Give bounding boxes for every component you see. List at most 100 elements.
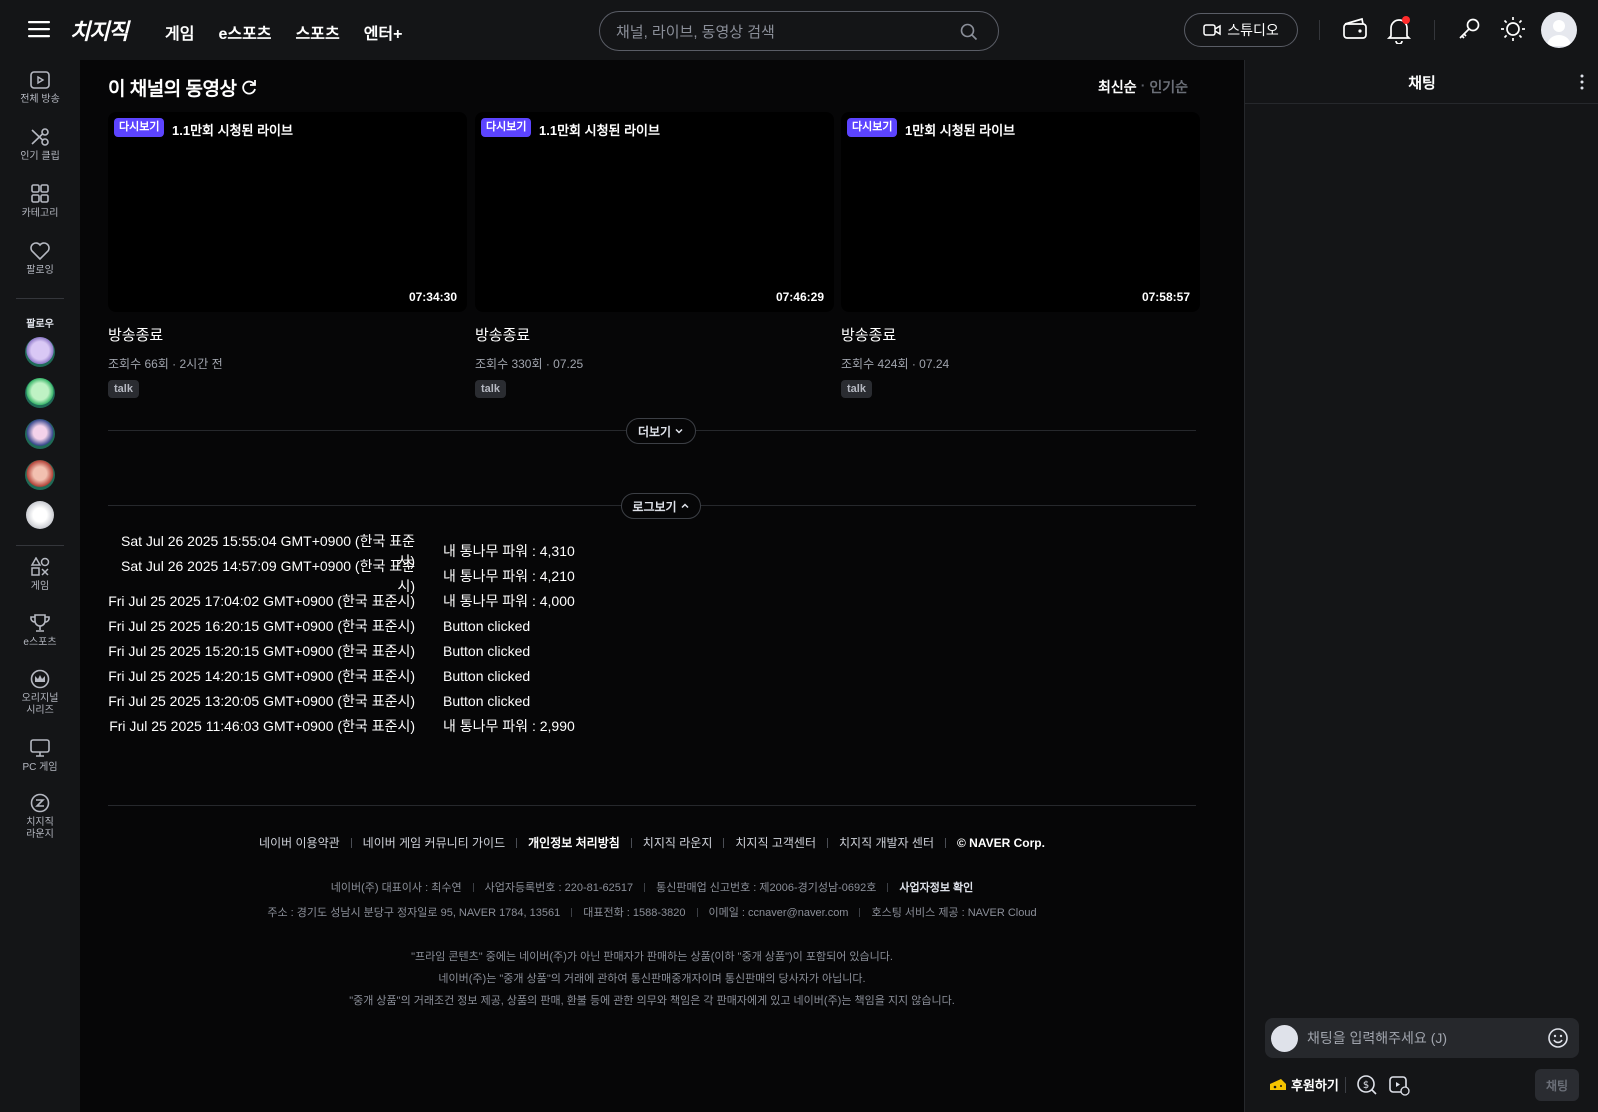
sidebar-item-original-series[interactable]: 오리지널 시리즈 bbox=[0, 669, 80, 717]
video-tag[interactable]: talk bbox=[475, 380, 506, 398]
chat-tools: $ bbox=[1345, 1074, 1410, 1096]
studio-label: 스튜디오 bbox=[1227, 22, 1279, 38]
nav-enter[interactable]: 엔터+ bbox=[364, 20, 403, 44]
search-icon[interactable] bbox=[960, 23, 978, 41]
header-divider bbox=[1319, 20, 1320, 40]
video-thumbnail[interactable]: 다시보기 1만회 시청된 라이브 07:58:57 bbox=[841, 112, 1200, 312]
more-vertical-icon[interactable] bbox=[1579, 73, 1585, 91]
search-input[interactable] bbox=[616, 21, 946, 43]
log-message: Button clicked bbox=[443, 617, 531, 634]
sidebar-item-popular-clips[interactable]: 인기 클립 bbox=[0, 127, 80, 163]
live-views-text: 1.1만회 시청된 라이브 bbox=[172, 123, 293, 138]
log-row: Fri Jul 25 2025 14:20:15 GMT+0900 (한국 표준… bbox=[108, 663, 575, 688]
sidebar-item-esports[interactable]: e스포츠 bbox=[0, 613, 80, 649]
video-thumbnail[interactable]: 다시보기 1.1만회 시청된 라이브 07:46:29 bbox=[475, 112, 834, 312]
more-button[interactable]: 더보기 bbox=[626, 418, 696, 444]
sidebar-item-following[interactable]: 팔로잉 bbox=[0, 241, 80, 277]
footer-company-info: 네이버(주) 대표이사 : 최수연 사업자등록번호 : 220-81-62517… bbox=[108, 879, 1196, 895]
log-timestamp: Fri Jul 25 2025 13:20:05 GMT+0900 (한국 표준… bbox=[108, 692, 415, 709]
video-thumbnail[interactable]: 다시보기 1.1만회 시청된 라이브 07:34:30 bbox=[108, 112, 467, 312]
chat-input[interactable] bbox=[1307, 1028, 1532, 1048]
wallet-icon[interactable] bbox=[1342, 16, 1368, 42]
more-label: 더보기 bbox=[637, 424, 672, 439]
key-icon[interactable] bbox=[1456, 16, 1482, 42]
footer-info-text: 호스팅 서비스 제공 : NAVER Cloud bbox=[871, 907, 1037, 919]
follow-section-label: 팔로우 bbox=[26, 319, 54, 330]
donate-button[interactable]: 후원하기 bbox=[1269, 1075, 1339, 1094]
followed-channel-avatar[interactable] bbox=[25, 378, 55, 408]
sort-popular[interactable]: 인기순 bbox=[1149, 77, 1188, 97]
video-tag[interactable]: talk bbox=[841, 380, 872, 398]
footer-link-privacy[interactable]: 개인정보 처리방침 bbox=[528, 834, 620, 851]
footer: 네이버 이용약관 네이버 게임 커뮤니티 가이드 개인정보 처리방침 치지직 라… bbox=[108, 805, 1196, 1007]
search-bar bbox=[599, 11, 999, 51]
chzzk-logo[interactable]: 치지직 bbox=[70, 14, 129, 46]
business-info-link[interactable]: 사업자정보 확인 bbox=[899, 879, 973, 895]
sort-latest[interactable]: 최신순 bbox=[1098, 77, 1137, 97]
video-card[interactable]: 다시보기 1.1만회 시청된 라이브 07:34:30 방송종료 조회수 66회… bbox=[108, 112, 467, 398]
live-views-text: 1만회 시청된 라이브 bbox=[905, 123, 1016, 138]
footer-links: 네이버 이용약관 네이버 게임 커뮤니티 가이드 개인정보 처리방침 치지직 라… bbox=[108, 834, 1196, 851]
sidebar-item-category[interactable]: 카테고리 bbox=[0, 184, 80, 220]
log-toggle-button[interactable]: 로그보기 bbox=[621, 493, 701, 519]
followed-channel-avatar[interactable] bbox=[25, 419, 55, 449]
footer-link[interactable]: 네이버 게임 커뮤니티 가이드 bbox=[363, 834, 505, 851]
chat-header: 채팅 bbox=[1245, 60, 1598, 104]
video-donate-icon[interactable] bbox=[1388, 1074, 1410, 1096]
broadcast-icon bbox=[0, 70, 80, 90]
footer-link[interactable]: 치지직 고객센터 bbox=[735, 834, 816, 851]
footer-notice: "중개 상품"의 거래조건 정보 제공, 상품의 판매, 환불 등에 관한 의무… bbox=[349, 995, 955, 1007]
chat-send-button[interactable]: 채팅 bbox=[1535, 1069, 1579, 1101]
profile-avatar[interactable] bbox=[1541, 12, 1577, 48]
sidebar-item-label: 팔로잉 bbox=[26, 265, 54, 276]
video-title[interactable]: 방송종료 bbox=[475, 324, 834, 345]
log-message: Button clicked bbox=[443, 642, 531, 659]
footer-link[interactable]: 치지직 개발자 센터 bbox=[839, 834, 934, 851]
log-message: Button clicked bbox=[443, 667, 531, 684]
sidebar-divider bbox=[16, 545, 64, 546]
theme-sun-icon[interactable] bbox=[1500, 16, 1526, 42]
log-row: Fri Jul 25 2025 13:20:05 GMT+0900 (한국 표준… bbox=[108, 688, 575, 713]
footer-link[interactable]: 네이버 이용약관 bbox=[259, 834, 340, 851]
footer-company-info: 주소 : 경기도 성남시 분당구 정자일로 95, NAVER 1784, 13… bbox=[108, 904, 1196, 920]
log-timestamp: Fri Jul 25 2025 14:20:15 GMT+0900 (한국 표준… bbox=[108, 667, 415, 684]
footer-copyright[interactable]: © NAVER Corp. bbox=[957, 836, 1045, 850]
refresh-icon[interactable] bbox=[240, 79, 258, 97]
sidebar-item-pc-game[interactable]: PC 게임 bbox=[0, 738, 80, 774]
video-card[interactable]: 다시보기 1.1만회 시청된 라이브 07:46:29 방송종료 조회수 330… bbox=[475, 112, 834, 398]
log-timestamp: Fri Jul 25 2025 11:46:03 GMT+0900 (한국 표준… bbox=[109, 717, 415, 734]
sidebar-item-label: 인기 클립 bbox=[20, 151, 60, 162]
followed-channel-avatar[interactable] bbox=[25, 337, 55, 367]
video-title[interactable]: 방송종료 bbox=[841, 324, 1200, 345]
sidebar-item-label: 치지직 bbox=[26, 817, 54, 828]
nav-esports[interactable]: e스포츠 bbox=[218, 20, 271, 44]
studio-button[interactable]: 스튜디오 bbox=[1184, 13, 1298, 47]
menu-icon[interactable] bbox=[28, 19, 50, 39]
video-card[interactable]: 다시보기 1만회 시청된 라이브 07:58:57 방송종료 조회수 424회 … bbox=[841, 112, 1200, 398]
followed-channel-avatar[interactable] bbox=[26, 501, 54, 529]
video-title[interactable]: 방송종료 bbox=[108, 324, 467, 345]
sort-separator: · bbox=[1140, 77, 1146, 93]
followed-channel-avatar[interactable] bbox=[25, 460, 55, 490]
scissors-icon bbox=[0, 127, 80, 147]
chat-input-box bbox=[1265, 1018, 1579, 1058]
sidebar-item-game[interactable]: 게임 bbox=[0, 557, 80, 593]
replay-badge: 다시보기 bbox=[481, 118, 532, 137]
live-views-text: 1.1만회 시청된 라이브 bbox=[539, 123, 660, 138]
video-tag[interactable]: talk bbox=[108, 380, 139, 398]
log-row: Fri Jul 25 2025 16:20:15 GMT+0900 (한국 표준… bbox=[108, 613, 575, 638]
chevron-down-icon bbox=[674, 426, 684, 436]
nav-game[interactable]: 게임 bbox=[165, 20, 194, 44]
top-header: 치지직 게임 e스포츠 스포츠 엔터+ 스튜디오 bbox=[0, 0, 1598, 60]
sidebar-item-lounge[interactable]: 치지직 라운지 bbox=[0, 793, 80, 841]
sidebar-item-all-broadcasts[interactable]: 전체 방송 bbox=[0, 70, 80, 106]
coin-donate-icon[interactable]: $ bbox=[1356, 1074, 1378, 1096]
bell-icon[interactable] bbox=[1386, 16, 1412, 44]
video-duration: 07:46:29 bbox=[775, 290, 824, 304]
sidebar-item-label: 카테고리 bbox=[21, 208, 59, 219]
video-duration: 07:58:57 bbox=[1141, 290, 1190, 304]
nav-sports[interactable]: 스포츠 bbox=[296, 20, 340, 44]
footer-link[interactable]: 치지직 라운지 bbox=[643, 834, 713, 851]
emoji-icon[interactable] bbox=[1547, 1027, 1569, 1049]
video-meta: 조회수 424회 · 07.24 bbox=[841, 357, 950, 371]
